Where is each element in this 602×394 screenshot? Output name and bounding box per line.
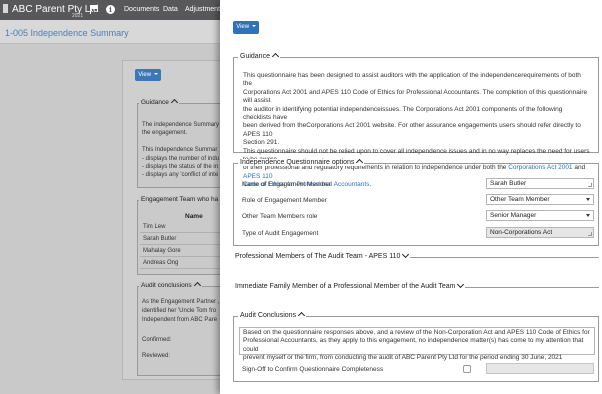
background-guidance-line: the engagement. [142, 130, 188, 136]
background-guidance-line: This Independence Summar [142, 147, 218, 153]
engagement-member-role-select[interactable]: Other Team Member [486, 194, 594, 205]
audit-engagement-type-field: Non-Corporations Act [486, 227, 594, 238]
audit-conclusion-textarea[interactable]: Based on the questionnaire responses abo… [239, 327, 595, 361]
dropdown-arrow-icon [586, 214, 590, 217]
nav-adjustments[interactable]: Adjustments [185, 6, 224, 13]
guidance-section: Guidance This questionnaire has been des… [233, 52, 599, 188]
signoff-label: Sign-Off to Confirm Questionnaire Comple… [242, 366, 384, 373]
chevron-down-icon [402, 250, 410, 259]
view-button-label: View [138, 72, 152, 78]
info-icon[interactable]: i [106, 5, 115, 14]
signoff-field [486, 363, 594, 374]
company-name[interactable]: ABC Parent Pty Ltd [12, 4, 99, 15]
reviewed-label: Reviewed: [142, 353, 171, 359]
background-view-button[interactable]: View [135, 69, 161, 81]
audit-conclusions-section: Audit Conclusions Based on the questionn… [233, 311, 599, 382]
nav-data[interactable]: Data [163, 6, 178, 13]
professional-members-legend[interactable]: Professional Members of The Audit Team -… [233, 250, 411, 260]
nav-documents[interactable]: Documents [124, 6, 159, 13]
background-guidance-legend[interactable]: Guidance [139, 98, 179, 107]
background-audit-line: identified her 'Uncle Tom fro [142, 308, 217, 314]
background-guidance-line: - displays the number of indu [142, 156, 220, 162]
confirmed-label: Confirmed: [142, 337, 172, 343]
resize-handle-icon [588, 232, 592, 236]
family-member-legend[interactable]: Immediate Family Member of a Professiona… [233, 280, 466, 290]
chevron-down-icon [457, 280, 465, 289]
background-guidance-line: - displays the status of the in [142, 164, 219, 170]
chevron-up-icon [297, 311, 306, 320]
resize-handle-icon[interactable] [588, 183, 592, 187]
questionnaire-options-legend[interactable]: Independence Questionnaire options [238, 158, 365, 167]
questionnaire-drawer: View Guidance This questionnaire has bee… [220, 0, 602, 394]
background-audit-line: As the Engagement Partner , [142, 299, 220, 305]
view-button-label: View [236, 24, 250, 30]
audit-engagement-type-label: Type of Audit Engagement [242, 230, 319, 237]
background-guidance-line: The independence Summary [142, 122, 220, 128]
background-audit-line: Independent from ABC Pare [142, 317, 218, 323]
questionnaire-options-section: Independence Questionnaire options Name … [233, 158, 599, 246]
chevron-up-icon [170, 98, 178, 107]
page-title: 1-005 Independence Summary [5, 28, 129, 38]
background-team-legend: Engagement Team who ha [139, 196, 221, 203]
view-button[interactable]: View [233, 21, 259, 34]
engagement-member-role-label: Role of Engagement Member [242, 197, 327, 204]
company-logo [3, 4, 8, 13]
signoff-checkbox[interactable] [463, 365, 471, 373]
engagement-year: 2021 [72, 13, 84, 19]
family-member-section: Immediate Family Member of a Professiona… [233, 280, 599, 295]
team-column-header[interactable]: Name [185, 213, 203, 220]
chevron-up-icon [271, 52, 280, 61]
chevron-up-icon [193, 281, 201, 290]
professional-members-section: Professional Members of The Audit Team -… [233, 250, 599, 265]
dropdown-arrow-icon [586, 198, 590, 201]
audit-conclusions-legend[interactable]: Audit Conclusions [238, 311, 307, 320]
caret-down-icon [251, 25, 256, 28]
other-team-role-select[interactable]: Senior Manager [486, 210, 594, 221]
background-guidance-line: - displays any 'conflict of inte [142, 172, 219, 178]
engagement-member-name-label: Name of Engagement Member [242, 181, 331, 188]
guidance-legend[interactable]: Guidance [238, 52, 280, 61]
chevron-up-icon [356, 158, 364, 167]
other-team-role-label: Other Team Members role [242, 213, 318, 220]
flag-icon[interactable] [90, 5, 98, 14]
background-audit-legend[interactable]: Audit conclusions [139, 281, 202, 290]
engagement-member-name-input[interactable]: Sarah Butler [486, 178, 594, 189]
caret-down-icon [153, 73, 158, 76]
